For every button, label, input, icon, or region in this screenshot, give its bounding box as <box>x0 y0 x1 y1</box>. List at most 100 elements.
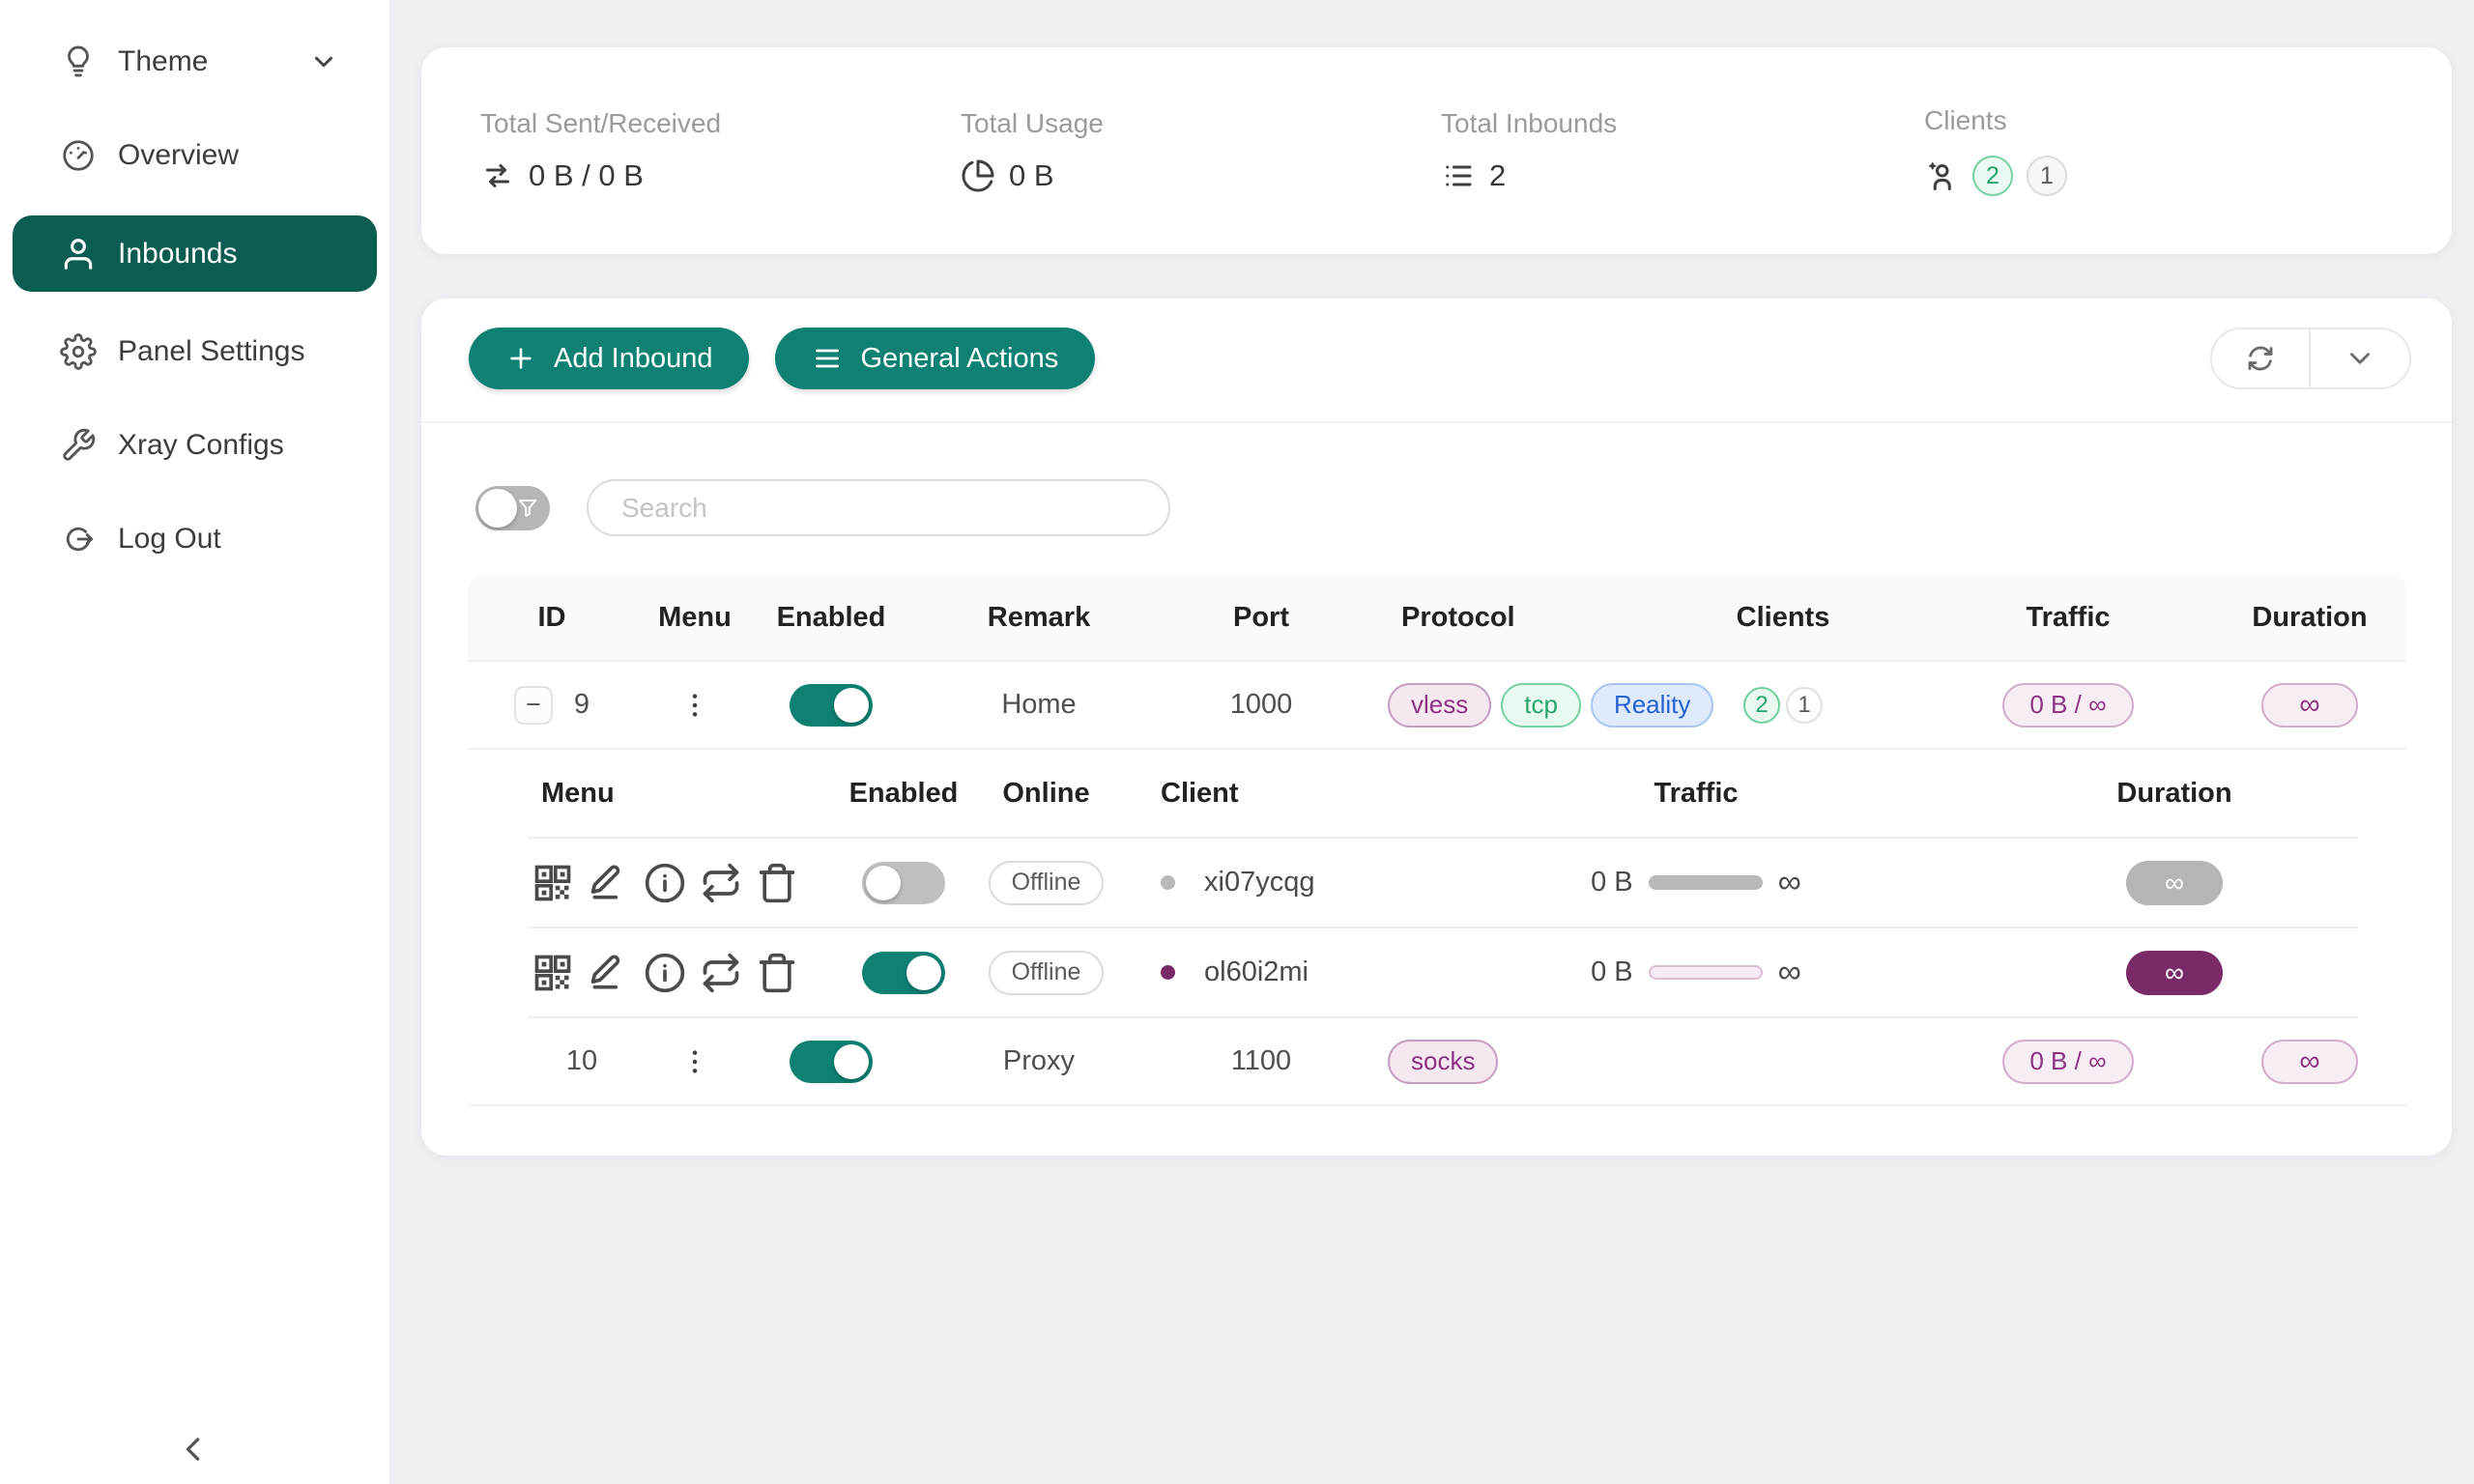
traffic-pill: 0 B / ∞ <box>2002 1040 2133 1084</box>
sidebar-item-panel-settings[interactable]: Panel Settings <box>13 318 377 385</box>
row-menu-button[interactable] <box>679 1046 710 1077</box>
dashboard-icon <box>60 137 97 174</box>
list-icon <box>1441 158 1476 193</box>
search-input[interactable] <box>587 479 1170 536</box>
stat-clients: Clients 2 1 <box>1924 47 2067 254</box>
table-row: 10 Proxy 1100 socks <box>468 1018 2406 1106</box>
filter-funnel-icon <box>516 497 539 520</box>
stat-value: 2 <box>1489 158 1506 193</box>
clients-online-badge: 2 <box>1972 156 2013 196</box>
client-row: Offline xi07ycqg 0 B ∞ <box>528 839 2358 928</box>
sidebar-item-label: Theme <box>118 45 208 78</box>
wrench-icon <box>60 427 97 464</box>
sidebar-item-label: Overview <box>118 139 239 172</box>
traffic-limit: ∞ <box>1778 954 1801 991</box>
delete-icon[interactable] <box>756 862 798 904</box>
stat-total-usage: Total Usage 0 B <box>961 47 1441 254</box>
app-window: Theme Overview Inbounds <box>0 0 2474 1484</box>
edit-icon[interactable] <box>588 952 630 994</box>
sidebar-item-logout[interactable]: Log Out <box>13 505 377 573</box>
col-header-protocol: Protocol <box>1353 602 1643 634</box>
protocol-tag: vless <box>1388 683 1491 728</box>
logout-icon <box>60 521 97 557</box>
toggle-knob <box>478 489 517 528</box>
table-header-row: ID Menu Enabled Remark Port Protocol Cli… <box>468 575 2406 662</box>
enabled-toggle[interactable] <box>790 684 873 727</box>
stat-label: Clients <box>1924 105 2067 136</box>
subcol-header-client: Client <box>1126 778 1401 810</box>
add-inbound-button[interactable]: Add Inbound <box>469 328 749 389</box>
traffic-pill: 0 B / ∞ <box>2002 683 2133 728</box>
clients-online-badge: 2 <box>1743 687 1780 724</box>
client-status-dot <box>1161 875 1175 890</box>
duration-pill: ∞ <box>2261 1040 2358 1084</box>
row-menu-button[interactable] <box>679 690 710 721</box>
sidebar-item-inbounds[interactable]: Inbounds <box>13 215 377 292</box>
sidebar-item-overview[interactable]: Overview <box>13 122 377 189</box>
duration-pill: ∞ <box>2126 951 2223 995</box>
stat-label: Total Inbounds <box>1441 108 1924 139</box>
protocol-tag: socks <box>1388 1040 1498 1084</box>
subcol-header-traffic: Traffic <box>1401 778 1991 810</box>
sidebar-item-xray-configs[interactable]: Xray Configs <box>13 412 377 479</box>
client-name: xi07ycqg <box>1204 867 1314 899</box>
sidebar-item-label: Log Out <box>118 523 221 556</box>
refresh-options-button[interactable] <box>2311 329 2409 387</box>
chevron-down-icon <box>309 47 338 76</box>
toggle-knob <box>906 956 941 990</box>
search-row <box>475 479 2452 536</box>
filter-toggle[interactable] <box>475 486 550 530</box>
user-icon <box>60 236 97 272</box>
stat-label: Total Usage <box>961 108 1441 139</box>
reset-traffic-icon[interactable] <box>700 862 742 904</box>
client-enabled-toggle[interactable] <box>862 862 945 904</box>
col-header-remark: Remark <box>908 602 1169 634</box>
col-header-enabled: Enabled <box>754 602 908 634</box>
qr-code-icon[interactable] <box>532 952 574 994</box>
collapse-row-button[interactable]: − <box>514 686 553 725</box>
chevron-down-icon <box>2344 342 2376 375</box>
sidebar: Theme Overview Inbounds <box>0 0 389 1484</box>
row-id: 9 <box>574 689 590 721</box>
duration-pill: ∞ <box>2126 861 2223 905</box>
lightbulb-icon <box>60 43 97 80</box>
general-actions-button[interactable]: General Actions <box>775 328 1095 389</box>
inbounds-card: Add Inbound General Actions <box>421 299 2452 1156</box>
row-port: 1000 <box>1169 689 1353 721</box>
toolbar: Add Inbound General Actions <box>421 299 2452 423</box>
stat-value: 0 B <box>1009 158 1054 193</box>
sidebar-item-label: Panel Settings <box>118 335 304 368</box>
user-star-icon <box>1924 158 1959 193</box>
reset-traffic-icon[interactable] <box>700 952 742 994</box>
row-id: 10 <box>566 1045 597 1077</box>
toggle-knob <box>834 688 869 723</box>
row-remark: Home <box>908 689 1169 721</box>
sidebar-collapse-button[interactable] <box>172 1428 215 1470</box>
refresh-button[interactable] <box>2212 329 2311 387</box>
stat-total-inbounds: Total Inbounds 2 <box>1441 47 1924 254</box>
traffic-used: 0 B <box>1591 867 1633 899</box>
traffic-progress-bar <box>1649 965 1763 980</box>
delete-icon[interactable] <box>756 952 798 994</box>
gear-icon <box>60 333 97 370</box>
info-icon[interactable] <box>644 862 686 904</box>
network-tag: tcp <box>1501 683 1581 728</box>
stat-label: Total Sent/Received <box>480 108 961 139</box>
sidebar-item-label: Inbounds <box>118 238 237 271</box>
refresh-split-button <box>2210 328 2411 389</box>
traffic-limit: ∞ <box>1778 864 1801 901</box>
edit-icon[interactable] <box>588 862 630 904</box>
client-name: ol60i2mi <box>1204 956 1309 988</box>
sidebar-item-label: Xray Configs <box>118 429 284 462</box>
enabled-toggle[interactable] <box>790 1041 873 1083</box>
stats-card: Total Sent/Received 0 B / 0 B Total Usag… <box>421 47 2452 254</box>
hamburger-icon <box>812 343 843 374</box>
col-header-menu: Menu <box>636 602 754 634</box>
info-icon[interactable] <box>644 952 686 994</box>
sidebar-item-theme[interactable]: Theme <box>13 28 377 96</box>
online-status-badge: Offline <box>989 951 1105 995</box>
qr-code-icon[interactable] <box>532 862 574 904</box>
client-enabled-toggle[interactable] <box>862 952 945 994</box>
row-remark: Proxy <box>908 1045 1169 1077</box>
col-header-id: ID <box>468 602 636 634</box>
